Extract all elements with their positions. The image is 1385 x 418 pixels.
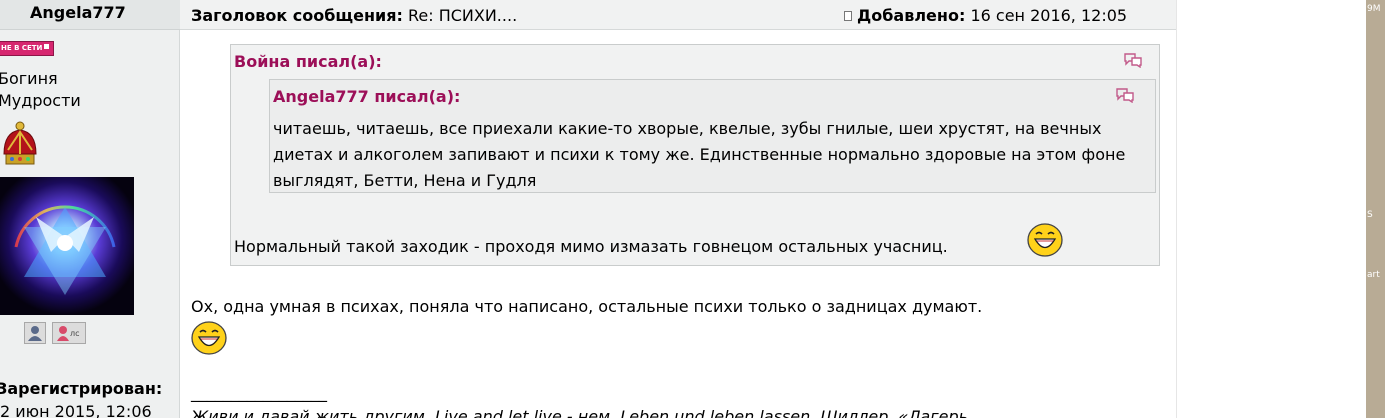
background-image-strip: 9M S art [1366, 0, 1385, 418]
rank-line-2: Мудрости [0, 91, 81, 110]
author-panel: Angela777 НЕ В СЕТИ Богиня Мудрости лс З… [0, 0, 180, 418]
author-header: Angela777 [0, 0, 180, 30]
pm-label: лс [70, 329, 80, 338]
author-name[interactable]: Angela777 [30, 3, 126, 22]
added-date: 16 сен 2016, 12:05 [970, 6, 1128, 25]
subject-label: Заголовок сообщения: [191, 6, 403, 25]
post-header: Заголовок сообщения: Re: ПСИХИ.... Добав… [180, 0, 1176, 30]
laughing-smiley-icon [1026, 222, 1064, 258]
user-rank: Богиня Мудрости [0, 68, 178, 112]
status-text: НЕ В СЕТИ [1, 44, 43, 52]
avatar [0, 177, 134, 315]
post-date: Добавлено: 16 сен 2016, 12:05 [857, 6, 1127, 25]
laughing-smiley-icon [190, 320, 228, 356]
page-margin [1176, 0, 1366, 418]
quote-author-title: Война писал(а): [234, 52, 382, 71]
post-body: Ох, одна умная в психах, поняла что напи… [191, 297, 983, 316]
registered-label: Зарегистрирован: [0, 379, 163, 398]
subject-text: Re: ПСИХИ.... [407, 6, 518, 25]
quote-text: читаешь, читаешь, все приехали какие-то … [273, 119, 1126, 190]
quote-author-title: Angela777 писал(а): [273, 87, 461, 106]
signature: Живи и давай жить другим. Live and let l… [191, 407, 969, 418]
quote-reply-icon[interactable] [1123, 52, 1143, 69]
added-label: Добавлено: [857, 6, 966, 25]
private-message-button[interactable]: лс [52, 322, 86, 344]
quote-outer: Война писал(а): Angela777 писал(а): чита… [230, 44, 1160, 266]
online-status-badge: НЕ В СЕТИ [0, 41, 55, 56]
rank-line-1: Богиня [0, 69, 58, 88]
signature-divider: _________________ [191, 383, 327, 402]
crown-icon [0, 120, 42, 168]
quote-inner: Angela777 писал(а): читаешь, читаешь, вс… [269, 79, 1156, 193]
quote-reply-icon[interactable] [1115, 87, 1135, 104]
profile-icon[interactable] [24, 322, 46, 344]
post-content-area: Заголовок сообщения: Re: ПСИХИ.... Добав… [180, 0, 1176, 418]
quote-text: Нормальный такой заходик - проходя мимо … [234, 237, 948, 256]
post-icon[interactable] [844, 11, 852, 21]
post-subject: Заголовок сообщения: Re: ПСИХИ.... [191, 6, 517, 25]
registered-date: 2 июн 2015, 12:06 [0, 402, 152, 418]
